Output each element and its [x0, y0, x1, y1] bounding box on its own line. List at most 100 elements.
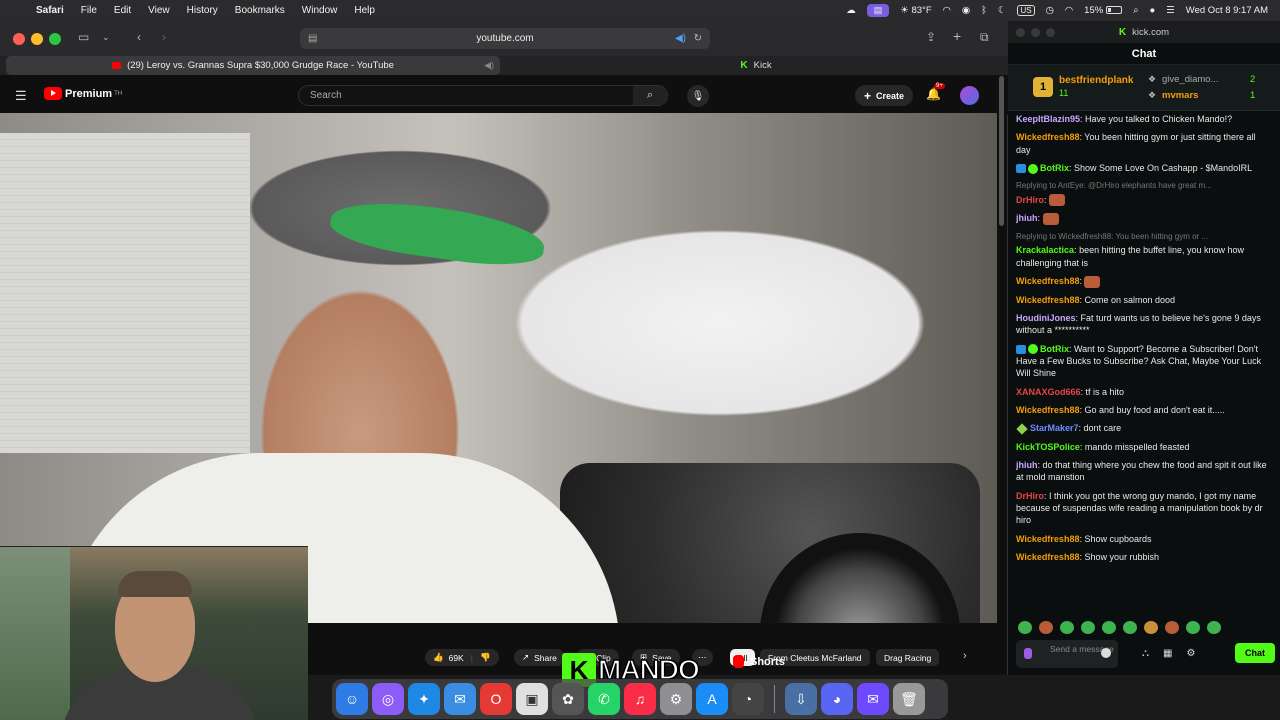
page-settings-icon[interactable]: ▤ — [308, 33, 317, 44]
settings-gear-icon[interactable]: ⚙ — [1186, 648, 1195, 659]
mail-icon[interactable]: ✉ — [444, 683, 476, 715]
chat-username[interactable]: XANAXGod666 — [1016, 387, 1081, 397]
chip-drag-racing[interactable]: Drag Racing — [876, 649, 940, 666]
siri-icon[interactable]: ● — [1150, 5, 1156, 16]
emote-icon[interactable] — [1144, 621, 1158, 634]
address-bar[interactable]: ▤ youtube.com ◀) ↻ — [300, 28, 710, 49]
activity-monitor-icon[interactable]: ◔ — [732, 683, 764, 715]
leader-top-name[interactable]: bestfriendplank — [1059, 75, 1133, 86]
predictions-icon[interactable]: ⛬ — [1142, 648, 1149, 659]
opera-icon[interactable]: O — [480, 683, 512, 715]
tab-overview-icon[interactable]: ⧉ — [980, 30, 989, 45]
back-arrow-icon[interactable]: ‹ — [137, 30, 141, 44]
tab-youtube[interactable]: (29) Leroy vs. Grannas Supra $30,000 Gru… — [6, 56, 500, 75]
thumbs-down-icon[interactable]: 👎 — [480, 652, 491, 663]
send-chat-button[interactable]: Chat — [1235, 643, 1275, 663]
chat-message[interactable]: KeepItBlazin95: Have you talked to Chick… — [1016, 113, 1272, 125]
emote-icon[interactable] — [1186, 621, 1200, 634]
page-scrollbar[interactable] — [999, 76, 1004, 226]
screen-record-icon[interactable]: ▤ — [866, 4, 890, 17]
chat-username[interactable]: Wickedfresh88 — [1016, 405, 1079, 415]
youtube-premium-logo[interactable]: Premium TH — [44, 87, 122, 100]
chat-username[interactable]: Krackalactica — [1016, 245, 1074, 255]
shorts-heading[interactable]: Shorts — [733, 655, 785, 668]
time-machine-icon[interactable]: ◷ — [1046, 5, 1054, 16]
chat-username[interactable]: DrHiro — [1016, 195, 1044, 205]
safari-icon[interactable]: ✦ — [408, 683, 440, 715]
search-icon[interactable]: ⌕ — [633, 86, 667, 105]
chat-username[interactable]: BotRix — [1040, 163, 1069, 173]
forward-arrow-icon[interactable]: › — [162, 30, 166, 44]
weather-label[interactable]: ☀ 83°F — [900, 5, 931, 16]
battery-indicator[interactable]: 15% — [1084, 5, 1123, 16]
chat-message[interactable]: Wickedfresh88: Show cupboards — [1016, 533, 1272, 545]
spotlight-search-icon[interactable]: ⌕ — [1133, 5, 1138, 16]
zoom-window-button[interactable] — [1046, 28, 1055, 37]
share-icon[interactable]: ⇪ — [926, 30, 936, 44]
chat-message[interactable]: BotRix: Want to Support? Become a Subscr… — [1016, 343, 1272, 380]
hamburger-menu-icon[interactable]: ☰ — [15, 88, 27, 104]
whatsapp-icon[interactable]: ✆ — [588, 683, 620, 715]
photos-icon[interactable]: ✿ — [552, 683, 584, 715]
music-icon[interactable]: ♫ — [624, 683, 656, 715]
menu-help[interactable]: Help — [354, 5, 375, 16]
emote-icon[interactable] — [1081, 621, 1095, 634]
calendar-icon[interactable]: ▦ — [1163, 648, 1172, 659]
menu-window[interactable]: Window — [302, 5, 338, 16]
control-center-icon[interactable]: ☰ — [1166, 5, 1175, 16]
emote-icon[interactable] — [1018, 621, 1032, 634]
chat-message[interactable]: DrHiro: — [1016, 194, 1272, 207]
chat-username[interactable]: DrHiro — [1016, 491, 1044, 501]
finder-icon[interactable]: ☺ — [336, 683, 368, 715]
chat-username[interactable]: Wickedfresh88 — [1016, 276, 1079, 286]
wifi-icon[interactable]: ◠ — [1065, 5, 1073, 16]
chat-username[interactable]: KeepItBlazin95 — [1016, 114, 1080, 124]
minimize-window-button[interactable] — [1031, 28, 1040, 37]
chat-message[interactable]: KickTOSPolice: mando misspelled feasted — [1016, 441, 1272, 453]
chat-message[interactable]: BotRix: Show Some Love On Cashapp - $Man… — [1016, 162, 1272, 174]
camera-icon[interactable]: ◉ — [962, 5, 970, 16]
cloud-sync-icon[interactable]: ☁ — [846, 5, 856, 16]
voice-search-icon[interactable]: 🎙 — [687, 85, 709, 107]
chat-message-list[interactable]: KeepItBlazin95: Have you talked to Chick… — [1016, 113, 1272, 613]
new-tab-icon[interactable]: + — [953, 28, 961, 44]
trash-icon[interactable]: 🗑 — [893, 683, 925, 715]
clock[interactable]: Wed Oct 8 9:17 AM — [1186, 5, 1268, 16]
chat-username[interactable]: Wickedfresh88 — [1016, 295, 1079, 305]
input-source[interactable]: US — [1017, 5, 1035, 16]
menu-edit[interactable]: Edit — [114, 5, 131, 16]
chat-message[interactable]: StarMaker7: dont care — [1016, 422, 1272, 435]
chat-input[interactable]: Send a message — [1016, 640, 1118, 668]
app-store-icon[interactable]: A — [696, 683, 728, 715]
chat-message[interactable]: Wickedfresh88: You been hitting gym or j… — [1016, 131, 1272, 155]
minimize-window-button[interactable] — [31, 33, 43, 45]
chevron-down-icon[interactable]: ⌄ — [102, 32, 110, 43]
system-settings-icon[interactable]: ⚙ — [660, 683, 692, 715]
headphones-icon[interactable]: ◠ — [943, 5, 951, 16]
mute-tab-icon[interactable]: ◀) — [484, 60, 494, 71]
chat-message[interactable]: Wickedfresh88: Show your rubbish — [1016, 551, 1272, 563]
leader-third-name[interactable]: mvmars — [1162, 90, 1198, 101]
kicks-gem-icon[interactable] — [1024, 648, 1032, 659]
focus-moon-icon[interactable]: ☾ — [998, 5, 1007, 16]
chat-message[interactable]: jhiuh: — [1016, 212, 1272, 226]
leader-second-name[interactable]: give_diamo... — [1162, 74, 1219, 85]
chat-message[interactable]: Krackalactica: been hitting the buffet l… — [1016, 244, 1272, 268]
zoom-window-button[interactable] — [49, 33, 61, 45]
chat-username[interactable]: Wickedfresh88 — [1016, 534, 1079, 544]
create-button[interactable]: + Create — [855, 85, 913, 106]
close-window-button[interactable] — [13, 33, 25, 45]
emoji-picker-icon[interactable] — [1101, 648, 1111, 658]
reload-icon[interactable]: ↻ — [694, 33, 702, 44]
menu-history[interactable]: History — [187, 5, 218, 16]
close-window-button[interactable] — [1016, 28, 1025, 37]
chat-username[interactable]: StarMaker7 — [1030, 423, 1079, 433]
preview-icon[interactable]: ▣ — [516, 683, 548, 715]
chat-username[interactable]: BotRix — [1040, 344, 1069, 354]
menu-file[interactable]: File — [81, 5, 97, 16]
search-input[interactable]: Search ⌕ — [298, 85, 668, 106]
chat-message[interactable]: Wickedfresh88: — [1016, 275, 1272, 288]
emote-icon[interactable] — [1165, 621, 1179, 634]
chat-message[interactable]: DrHiro: I think you got the wrong guy ma… — [1016, 490, 1272, 527]
bluetooth-icon[interactable]: ᛒ — [981, 5, 987, 16]
